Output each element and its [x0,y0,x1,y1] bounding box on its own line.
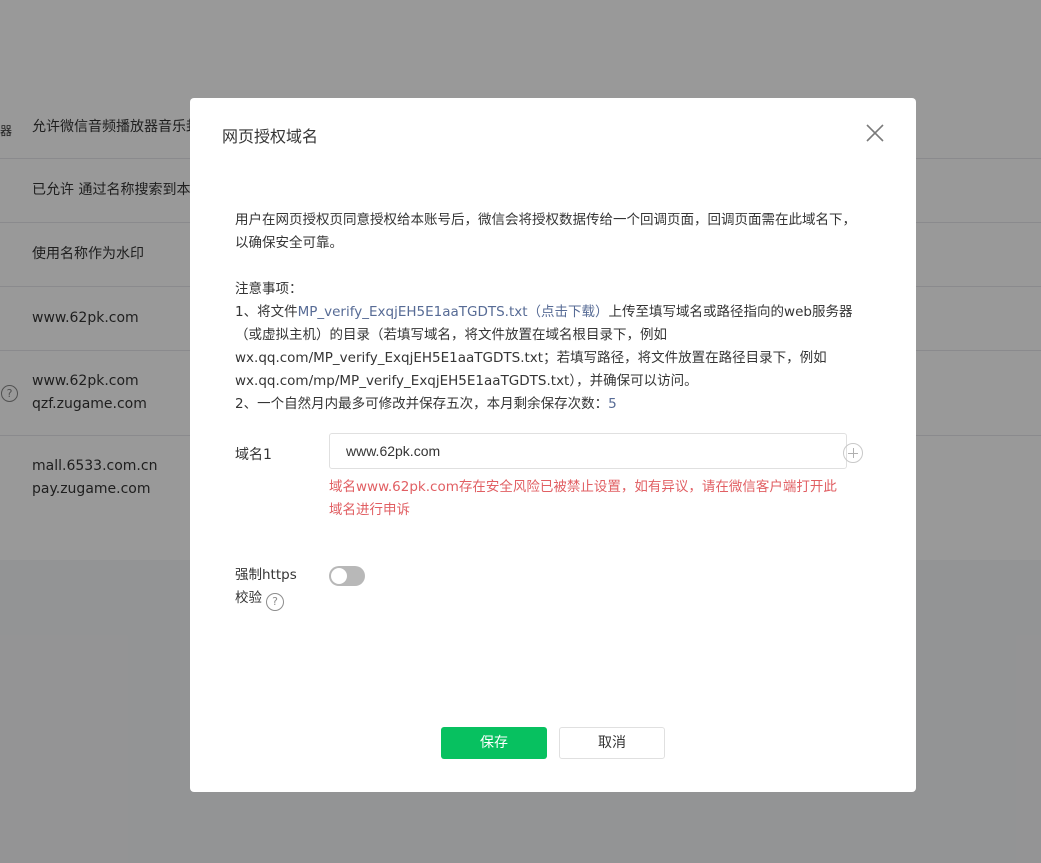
plus-circle-icon[interactable] [843,443,863,463]
force-https-label-line1: 强制https [235,567,297,583]
note-2: 2、一个自然月内最多可修改并保存五次，本月剩余保存次数：5 [235,393,865,416]
dialog-content: 用户在网页授权页同意授权给本账号后，微信会将授权数据传给一个回调页面，回调页面需… [235,209,865,416]
toggle-knob [331,568,347,584]
domain-label: 域名1 [235,447,272,463]
force-https-label-text: 校验 [235,590,262,606]
domain-auth-dialog: 网页授权域名 用户在网页授权页同意授权给本账号后，微信会将授权数据传给一个回调页… [190,98,916,792]
notes-title: 注意事项： [235,281,303,297]
domain-input[interactable] [329,433,847,469]
note-1: 1、将文件MP_verify_ExqjEH5E1aaTGDTS.txt（点击下载… [235,301,865,393]
question-circle-icon[interactable]: ? [266,593,284,611]
verify-file-download-link[interactable]: MP_verify_ExqjEH5E1aaTGDTS.txt（点击下载） [298,304,609,320]
force-https-label-line2: 校验? [235,587,297,611]
remaining-save-count: 5 [608,396,617,412]
save-button[interactable]: 保存 [441,727,547,759]
dialog-title: 网页授权域名 [222,127,319,146]
note-2-text: 2、一个自然月内最多可修改并保存五次，本月剩余保存次数： [235,396,609,412]
domain-error-message: 域名www.62pk.com存在安全风险已被禁止设置，如有异议，请在微信客户端打… [329,479,837,518]
close-icon[interactable] [864,122,886,144]
force-https-label: 强制https 校验? [235,564,297,611]
note-1-prefix: 1、将文件 [235,304,298,320]
force-https-toggle[interactable] [329,566,365,586]
description: 用户在网页授权页同意授权给本账号后，微信会将授权数据传给一个回调页面，回调页面需… [235,212,856,251]
cancel-button[interactable]: 取消 [559,727,665,759]
